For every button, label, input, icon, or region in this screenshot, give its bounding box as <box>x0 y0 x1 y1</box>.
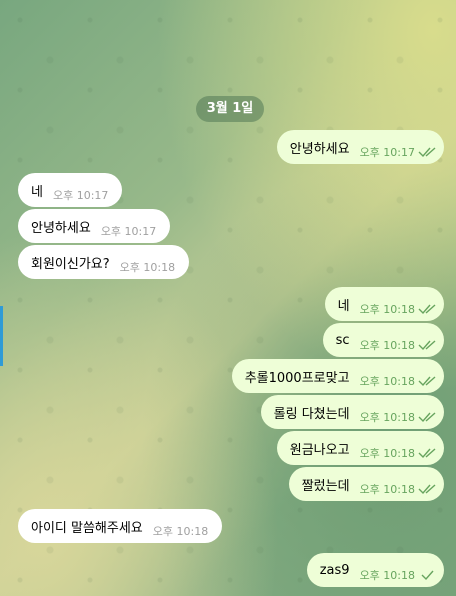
double-check-icon <box>418 376 436 387</box>
message-bubble[interactable]: 짤렀는데 오후 10:18 <box>288 467 444 501</box>
message-text: 안녕하세요 <box>289 141 350 157</box>
message-text: 네 <box>337 298 350 314</box>
chat-area: 3월 1일 안녕하세요 오후 10:17 네 오후 10:17 안녕하세요 오후… <box>0 0 456 596</box>
message-time: 오후 10:18 <box>359 483 415 496</box>
selection-indicator <box>0 306 3 366</box>
message-bubble[interactable]: 네 오후 10:17 <box>18 173 123 207</box>
message-text: 안녕하세요 <box>31 220 91 236</box>
message-bubble[interactable]: 아이디 말씀해주세요 오후 10:18 <box>18 509 223 543</box>
message-meta: 오후 10:18 <box>360 301 438 317</box>
double-check-icon <box>418 412 436 423</box>
message-meta: 오후 10:18 <box>360 481 438 497</box>
date-separator: 3월 1일 <box>196 96 264 122</box>
message-time: 오후 10:17 <box>52 189 109 202</box>
message-text: 짤렀는데 <box>301 478 350 494</box>
message-bubble[interactable]: 네 오후 10:18 <box>324 287 444 321</box>
message-text: 추롤1000프로맞고 <box>244 370 350 386</box>
message-meta: 오후 10:18 <box>360 567 438 583</box>
check-icon <box>421 570 434 581</box>
message-time: 오후 10:18 <box>359 447 415 460</box>
double-check-icon <box>418 448 436 459</box>
message-text: zas9 <box>319 562 350 578</box>
message-bubble[interactable]: 롤링 다쳤는데 오후 10:18 <box>260 395 444 429</box>
double-check-icon <box>418 484 436 495</box>
message-time: 오후 10:18 <box>359 375 415 388</box>
message-meta: 오후 10:18 <box>360 409 438 425</box>
message-bubble[interactable]: 안녕하세요 오후 10:17 <box>18 209 171 243</box>
message-text: 원금나오고 <box>289 442 350 458</box>
message-bubble[interactable]: zas9 오후 10:18 <box>306 553 444 587</box>
message-bubble[interactable]: 추롤1000프로맞고 오후 10:18 <box>231 359 444 393</box>
double-check-icon <box>418 340 436 351</box>
message-meta: 오후 10:18 <box>360 373 438 389</box>
message-text: 아이디 말씀해주세요 <box>31 520 143 536</box>
message-time: 오후 10:18 <box>152 525 209 538</box>
message-time: 오후 10:17 <box>100 225 157 238</box>
message-meta: 오후 10:18 <box>120 259 175 275</box>
message-time: 오후 10:18 <box>359 569 415 582</box>
message-bubble[interactable]: 안녕하세요 오후 10:17 <box>276 130 444 164</box>
message-time: 오후 10:18 <box>359 303 415 316</box>
message-time: 오후 10:18 <box>359 339 415 352</box>
message-bubble[interactable]: 회원이신가요? 오후 10:18 <box>18 245 190 279</box>
message-text: 회원이신가요? <box>31 256 110 272</box>
message-time: 오후 10:17 <box>359 146 415 159</box>
message-meta: 오후 10:18 <box>360 445 438 461</box>
message-bubble[interactable]: sc 오후 10:18 <box>322 323 444 357</box>
message-text: sc <box>335 332 350 348</box>
message-text: 네 <box>31 184 43 200</box>
message-text: 롤링 다쳤는데 <box>273 406 350 422</box>
message-meta: 오후 10:17 <box>53 187 108 203</box>
message-time: 오후 10:18 <box>119 261 176 274</box>
message-meta: 오후 10:17 <box>101 223 156 239</box>
message-meta: 오후 10:18 <box>153 523 208 539</box>
double-check-icon <box>418 304 436 315</box>
double-check-icon <box>418 147 436 158</box>
message-time: 오후 10:18 <box>359 411 415 424</box>
message-bubble[interactable]: 원금나오고 오후 10:18 <box>276 431 444 465</box>
message-meta: 오후 10:17 <box>360 144 438 160</box>
message-meta: 오후 10:18 <box>360 337 438 353</box>
